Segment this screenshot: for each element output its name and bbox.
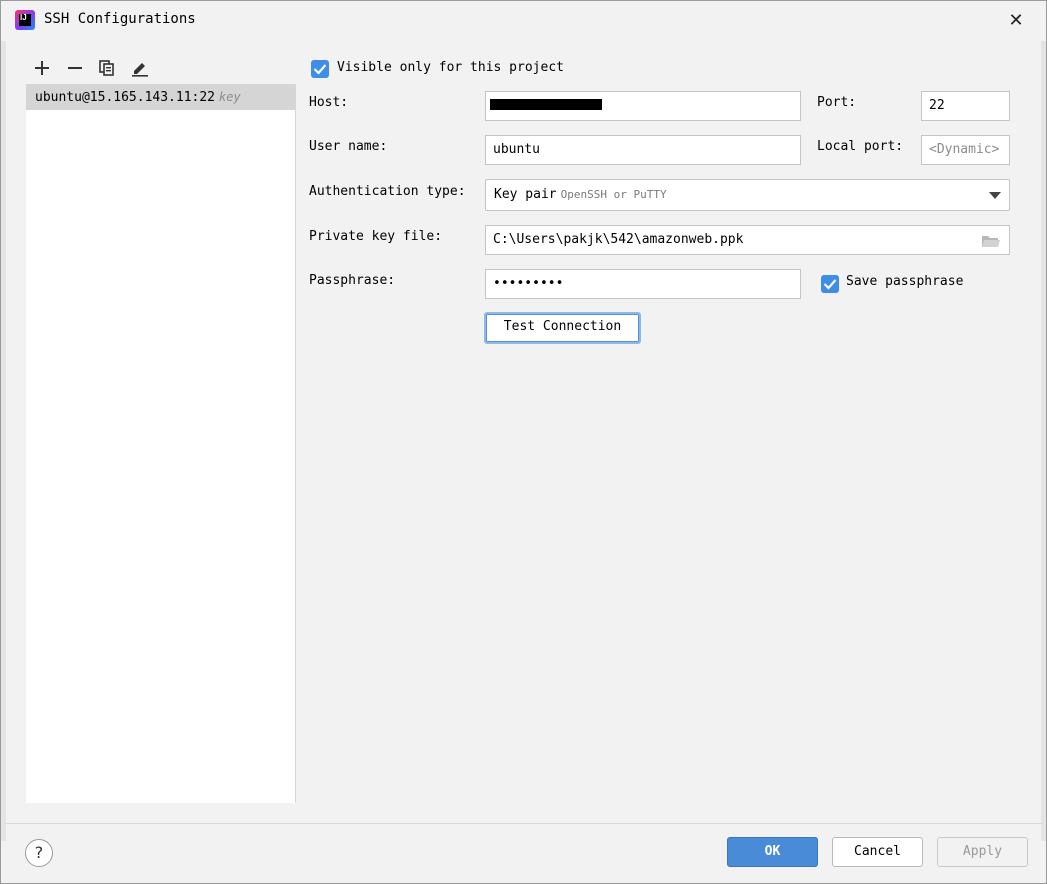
help-button[interactable]: ?	[25, 839, 53, 867]
background-window-strip	[1, 41, 6, 841]
remove-config-button[interactable]	[63, 56, 87, 80]
close-button[interactable]: ✕	[1004, 10, 1028, 34]
chevron-down-icon	[989, 192, 1001, 199]
window-title: SSH Configurations	[44, 11, 196, 27]
ssh-configurations-dialog: IJ SSH Configurations ✕ ubuntu@15.165.14…	[0, 0, 1047, 884]
list-toolbar	[26, 53, 296, 83]
username-field[interactable]: ubuntu	[485, 135, 801, 165]
passphrase-field[interactable]: •••••••••	[485, 269, 801, 299]
private-key-field[interactable]: C:\Users\pakjk\542\amazonweb.ppk	[485, 225, 1010, 255]
auth-type-label: Authentication type:	[309, 184, 466, 199]
local-port-label: Local port:	[817, 139, 904, 154]
title-bar: IJ SSH Configurations ✕	[1, 1, 1046, 37]
plus-icon	[35, 61, 49, 75]
save-passphrase-label: Save passphrase	[846, 274, 964, 289]
folder-icon[interactable]	[981, 234, 1001, 249]
auth-type-dropdown[interactable]: Key pair OpenSSH or PuTTY	[485, 179, 1010, 211]
username-label: User name:	[309, 139, 388, 154]
copy-config-button[interactable]	[95, 56, 119, 80]
checkmark-icon	[823, 279, 837, 290]
private-key-value: C:\Users\pakjk\542\amazonweb.ppk	[493, 232, 744, 247]
visible-only-checkbox[interactable]	[311, 60, 329, 78]
auth-type-value: Key pair	[494, 187, 557, 202]
edit-config-button[interactable]	[128, 56, 152, 80]
copy-icon	[99, 60, 114, 76]
minus-icon	[68, 67, 82, 69]
config-item-label: ubuntu@15.165.143.11:22	[35, 90, 216, 105]
local-port-field[interactable]: <Dynamic>	[921, 135, 1010, 165]
list-item[interactable]: ubuntu@15.165.143.11:22 key	[26, 84, 295, 110]
passphrase-label: Passphrase:	[309, 273, 396, 288]
ok-button[interactable]: OK	[727, 837, 818, 867]
auth-type-sub: OpenSSH or PuTTY	[560, 188, 667, 201]
footer-divider	[6, 823, 1043, 824]
add-config-button[interactable]	[30, 56, 54, 80]
intellij-app-icon: IJ	[15, 10, 35, 30]
host-field[interactable]	[485, 91, 801, 121]
config-item-hint: key	[219, 90, 241, 104]
private-key-label: Private key file:	[309, 229, 443, 244]
checkmark-icon	[313, 64, 327, 75]
apply-button[interactable]: Apply	[937, 837, 1028, 867]
config-list: ubuntu@15.165.143.11:22 key	[26, 84, 296, 803]
pencil-icon	[132, 63, 148, 77]
port-label: Port:	[817, 95, 857, 110]
visible-only-label: Visible only for this project	[337, 60, 564, 75]
save-passphrase-checkbox[interactable]	[821, 275, 839, 293]
test-connection-button[interactable]: Test Connection	[484, 312, 641, 344]
config-list-panel: ubuntu@15.165.143.11:22 key	[26, 53, 296, 803]
host-label: Host:	[309, 95, 349, 110]
background-window-strip-right	[1041, 41, 1046, 841]
redacted-host-value	[490, 99, 602, 110]
port-field[interactable]: 22	[921, 91, 1010, 121]
cancel-button[interactable]: Cancel	[832, 837, 923, 867]
